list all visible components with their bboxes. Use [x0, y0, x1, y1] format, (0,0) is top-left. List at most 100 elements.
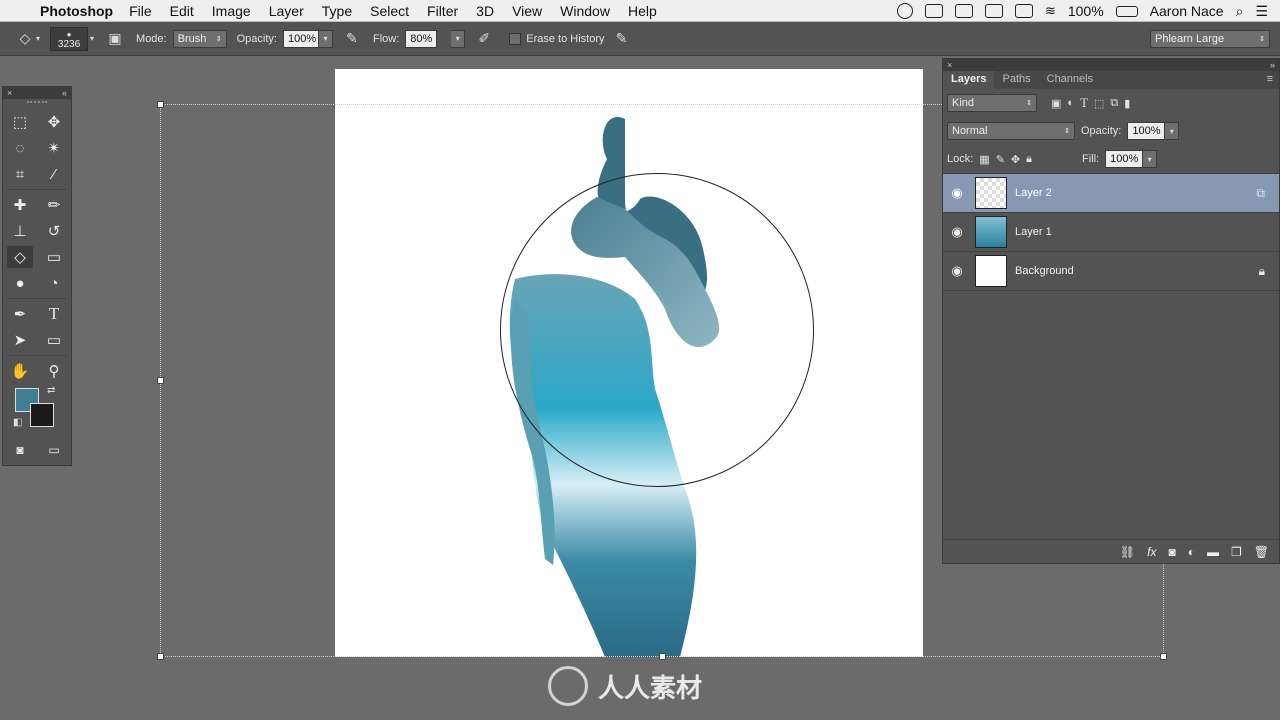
menu-window[interactable]: Window	[560, 3, 610, 19]
clone-stamp-tool-icon[interactable]: ⊥	[7, 220, 33, 242]
erase-to-history-checkbox[interactable]	[509, 32, 522, 45]
close-icon[interactable]: ×	[947, 60, 952, 70]
dodge-tool-icon[interactable]: ◔	[41, 272, 67, 294]
marquee-tool-icon[interactable]: ⬚	[7, 111, 33, 133]
wifi-icon[interactable]: ≋	[1045, 3, 1056, 19]
filter-pixel-icon[interactable]: ▣	[1051, 97, 1061, 110]
layer-name[interactable]: Layer 1	[1015, 226, 1052, 238]
panel-grip[interactable]	[27, 101, 47, 107]
pressure-opacity-icon[interactable]: ✎	[341, 28, 363, 50]
workspace-select[interactable]: Phlearn Large ⇕	[1150, 30, 1270, 48]
magic-wand-tool-icon[interactable]: ✴	[41, 137, 67, 159]
filter-adjustment-icon[interactable]: ◐	[1067, 97, 1074, 109]
layer-name[interactable]: Background	[1015, 265, 1074, 277]
notification-center-icon[interactable]: ☰	[1255, 3, 1268, 20]
visibility-eye-icon[interactable]: ◉	[943, 224, 971, 240]
lock-image-icon[interactable]: ✎	[996, 153, 1005, 166]
airplay-icon[interactable]	[1014, 4, 1033, 18]
menu-help[interactable]: Help	[628, 3, 657, 19]
menu-view[interactable]: View	[512, 3, 542, 19]
tab-channels[interactable]: Channels	[1039, 71, 1101, 89]
zoom-tool-icon[interactable]: ⚲	[41, 360, 67, 382]
layer-opacity-dropdown-icon[interactable]: ▾	[1165, 122, 1180, 140]
new-layer-icon[interactable]: ❐	[1231, 545, 1242, 559]
menu-layer[interactable]: Layer	[269, 3, 304, 19]
filter-smart-object-icon[interactable]: ⧉	[1110, 97, 1118, 110]
layer-thumbnail[interactable]	[975, 255, 1007, 287]
menu-select[interactable]: Select	[370, 3, 409, 19]
background-color-swatch[interactable]	[30, 403, 54, 427]
layer-thumbnail[interactable]	[975, 216, 1007, 248]
battery-icon[interactable]	[1115, 5, 1138, 17]
fill-dropdown-icon[interactable]: ▾	[1143, 150, 1158, 168]
hand-tool-icon[interactable]: ✋	[7, 360, 33, 382]
visibility-eye-icon[interactable]: ◉	[943, 185, 971, 201]
layer-style-fx-icon[interactable]: fx	[1147, 545, 1156, 559]
move-tool-icon[interactable]: ✥	[41, 111, 67, 133]
pressure-size-icon[interactable]: ✎	[611, 28, 633, 50]
display-icon[interactable]	[984, 4, 1003, 18]
transform-handle[interactable]	[1160, 653, 1167, 660]
collapse-icon[interactable]: »	[1270, 60, 1275, 70]
opacity-field[interactable]: 100%	[282, 29, 319, 48]
airbrush-icon[interactable]: ✐	[473, 28, 495, 50]
menu-filter[interactable]: Filter	[427, 3, 458, 19]
panel-menu-icon[interactable]: ≡	[1261, 71, 1279, 89]
spotlight-search-icon[interactable]: ⌕	[1236, 3, 1244, 20]
collapse-icon[interactable]: «	[62, 88, 67, 98]
layer-row-layer-2[interactable]: ◉ Layer 2 ⧉	[943, 174, 1279, 213]
filter-type-icon[interactable]: T	[1080, 95, 1088, 111]
filter-shape-icon[interactable]: ⬚	[1094, 97, 1104, 110]
default-colors-icon[interactable]: ◧	[13, 417, 22, 428]
blend-mode-select[interactable]: Normal ⇕	[947, 122, 1075, 140]
menu-file[interactable]: File	[129, 3, 152, 19]
creative-cloud-icon[interactable]	[896, 3, 913, 19]
eraser-tool-icon[interactable]: ◇	[7, 246, 33, 268]
filter-toggle-icon[interactable]: ▮	[1124, 97, 1130, 110]
eraser-tool-preset-icon[interactable]: ◇	[14, 28, 36, 50]
crop-tool-icon[interactable]: ⌗	[7, 163, 33, 185]
app-menu[interactable]: Photoshop	[40, 3, 113, 19]
lock-all-icon[interactable]: 🔒︎	[1026, 153, 1032, 166]
lock-transparent-icon[interactable]: ▦	[979, 153, 989, 166]
gradient-tool-icon[interactable]: ▭	[41, 246, 67, 268]
quick-mask-icon[interactable]: ◙	[7, 439, 33, 461]
menu-3d[interactable]: 3D	[476, 3, 494, 19]
close-icon[interactable]: ×	[7, 88, 12, 98]
transform-handle[interactable]	[157, 653, 164, 660]
rectangle-tool-icon[interactable]: ▭	[41, 329, 67, 351]
brush-size-preview[interactable]: ● 3236	[50, 26, 89, 51]
lasso-tool-icon[interactable]: ◌	[7, 137, 33, 159]
flow-field[interactable]: 80%	[405, 29, 438, 48]
lock-position-icon[interactable]: ✥	[1011, 153, 1020, 166]
type-tool-icon[interactable]: T	[41, 303, 67, 325]
layer-opacity-field[interactable]: 100%	[1127, 122, 1166, 140]
add-mask-icon[interactable]: ◙	[1169, 545, 1176, 559]
flow-dropdown-icon[interactable]: ▾	[451, 29, 466, 48]
history-brush-tool-icon[interactable]: ↺	[41, 220, 67, 242]
adjustment-layer-icon[interactable]: ◐	[1188, 545, 1195, 559]
opacity-dropdown-icon[interactable]: ▾	[318, 29, 333, 48]
screen-mode-icon[interactable]: ▭	[41, 439, 67, 461]
menu-edit[interactable]: Edit	[170, 3, 194, 19]
transform-handle[interactable]	[157, 101, 164, 108]
swap-colors-icon[interactable]: ⇄	[47, 385, 55, 396]
path-selection-tool-icon[interactable]: ➤	[7, 329, 33, 351]
healing-brush-tool-icon[interactable]: ✚	[7, 194, 33, 216]
blur-tool-icon[interactable]: ●	[7, 272, 33, 294]
visibility-eye-icon[interactable]: ◉	[943, 263, 971, 279]
layer-row-layer-1[interactable]: ◉ Layer 1	[943, 213, 1279, 252]
evernote-icon[interactable]	[924, 4, 943, 18]
layer-row-background[interactable]: ◉ Background 🔒︎	[943, 252, 1279, 291]
tab-layers[interactable]: Layers	[943, 71, 995, 89]
brush-tool-icon[interactable]: ✏	[41, 194, 67, 216]
dropbox-icon[interactable]	[954, 4, 973, 18]
brush-picker-dropdown-icon[interactable]: ▾	[90, 34, 94, 43]
pen-tool-icon[interactable]: ✒	[7, 303, 33, 325]
fill-field[interactable]: 100%	[1105, 150, 1144, 168]
tab-paths[interactable]: Paths	[994, 71, 1038, 89]
transform-handle[interactable]	[659, 653, 666, 660]
filter-kind-select[interactable]: Kind ⇕	[947, 94, 1037, 112]
brush-panel-toggle-icon[interactable]: ▣	[104, 28, 126, 50]
transform-handle[interactable]	[157, 377, 164, 384]
